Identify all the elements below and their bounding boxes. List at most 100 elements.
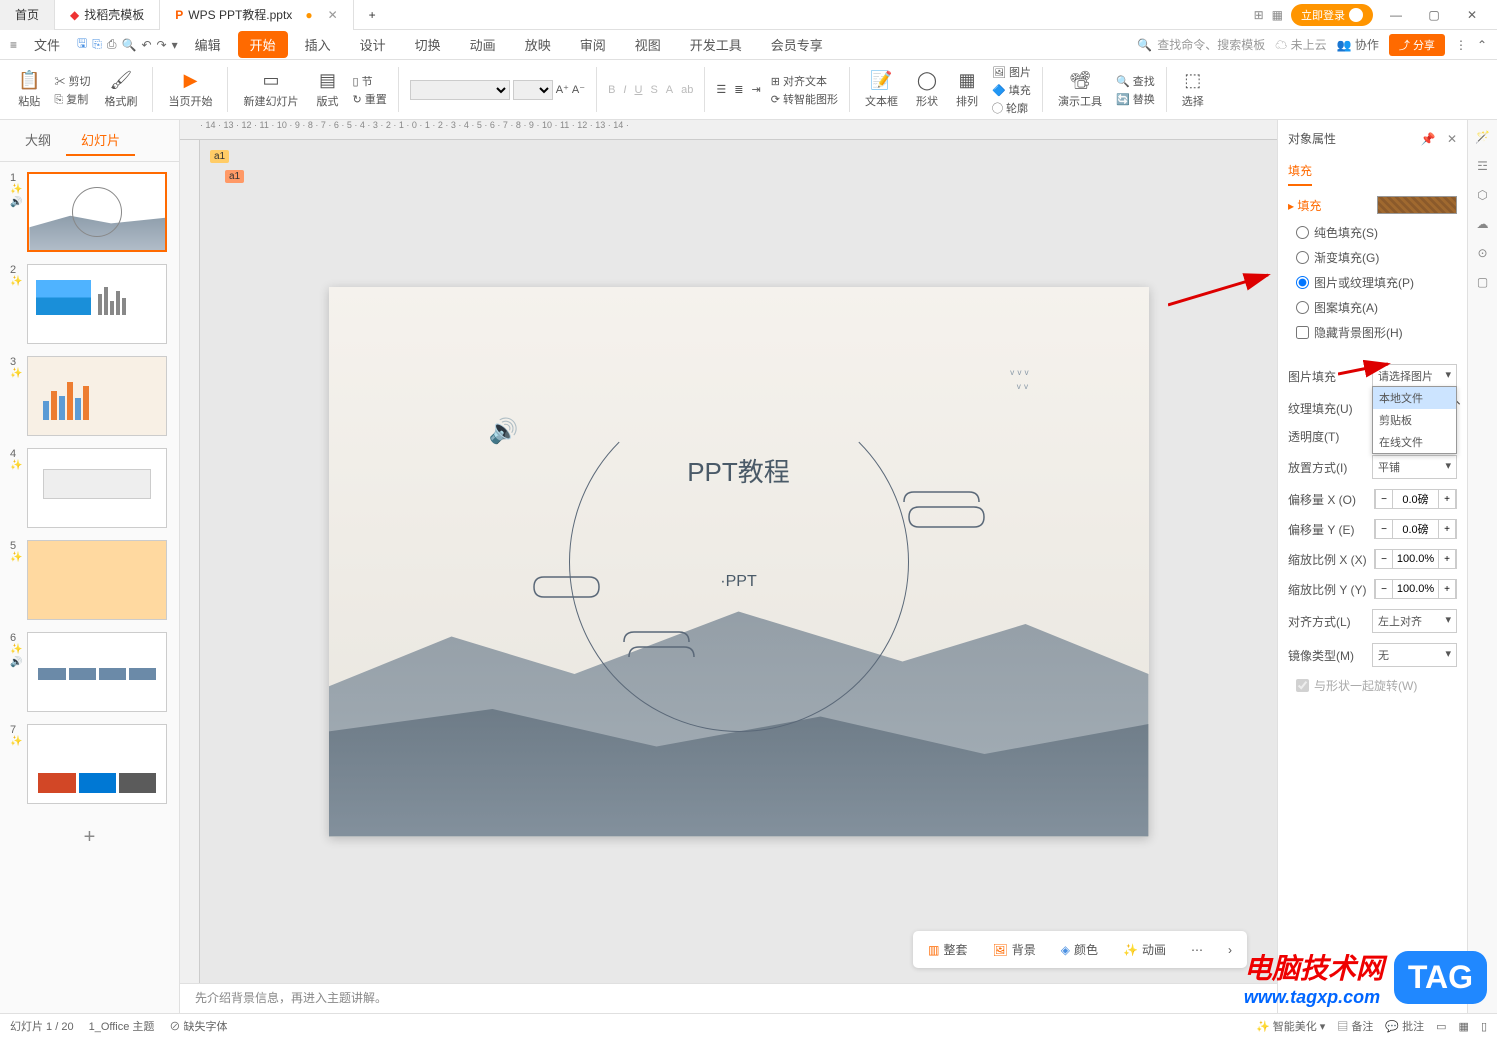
format-painter-button[interactable]: 🖌格式刷 bbox=[96, 66, 145, 113]
login-button[interactable]: 立即登录 bbox=[1291, 4, 1373, 26]
mirror-dropdown[interactable]: 无▾ bbox=[1372, 643, 1457, 667]
reset-button[interactable]: ↻ 重置 bbox=[352, 91, 386, 107]
paste-button[interactable]: 📋粘贴 bbox=[10, 66, 48, 113]
demo-tool-button[interactable]: 📽演示工具 bbox=[1050, 66, 1110, 113]
bold-icon[interactable]: B bbox=[608, 84, 615, 96]
layers-icon[interactable]: ☲ bbox=[1477, 159, 1488, 173]
color-button[interactable]: ◈颜色 bbox=[1051, 936, 1108, 963]
menu-member[interactable]: 会员专享 bbox=[759, 31, 835, 58]
next-button[interactable]: › bbox=[1218, 936, 1242, 963]
assets-icon[interactable]: ⬡ bbox=[1477, 188, 1487, 202]
apps-icon[interactable]: ▦ bbox=[1272, 8, 1283, 22]
slide-thumb-5[interactable] bbox=[27, 540, 167, 620]
font-size-select[interactable] bbox=[513, 80, 553, 100]
animation-button[interactable]: ✨动画 bbox=[1113, 936, 1176, 963]
picture-fill-radio[interactable]: 图片或纹理填充(P) bbox=[1288, 274, 1457, 291]
more-button[interactable]: ⋯ bbox=[1181, 936, 1213, 963]
hide-bg-check[interactable]: 隐藏背景图形(H) bbox=[1288, 324, 1457, 341]
menu-dev[interactable]: 开发工具 bbox=[678, 31, 754, 58]
shrink-font-icon[interactable]: A⁻ bbox=[572, 83, 585, 96]
menu-start[interactable]: 开始 bbox=[238, 31, 288, 58]
home-tab[interactable]: 首页 bbox=[0, 0, 55, 30]
notes-toggle[interactable]: ▤ 备注 bbox=[1337, 1018, 1373, 1034]
align-dropdown[interactable]: 左上对齐▾ bbox=[1372, 609, 1457, 633]
underline-icon[interactable]: U bbox=[634, 84, 642, 96]
layout-button[interactable]: ▤版式 bbox=[308, 66, 346, 113]
fill-tab[interactable]: 填充 bbox=[1288, 157, 1312, 186]
save-icon[interactable]: 🖫 bbox=[77, 34, 87, 55]
coop-button[interactable]: 👥 协作 bbox=[1337, 36, 1379, 53]
from-current-button[interactable]: ▶当页开始 bbox=[160, 66, 220, 113]
smart-beautify-button[interactable]: ✨ 智能美化 ▾ bbox=[1256, 1018, 1325, 1034]
menu-insert[interactable]: 插入 bbox=[293, 31, 343, 58]
clipboard-option[interactable]: 剪贴板 bbox=[1373, 409, 1456, 431]
suite-button[interactable]: ▥整套 bbox=[918, 936, 977, 963]
qat-dropdown[interactable]: ▾ bbox=[172, 38, 178, 52]
hamburger-icon[interactable]: ≡ bbox=[10, 38, 17, 52]
solid-fill-radio[interactable]: 纯色填充(S) bbox=[1288, 224, 1457, 241]
slide-thumb-4[interactable] bbox=[27, 448, 167, 528]
slide-thumb-2[interactable] bbox=[27, 264, 167, 344]
maximize-button[interactable]: ▢ bbox=[1419, 0, 1449, 30]
export-icon[interactable]: ⎘ bbox=[92, 37, 102, 52]
section-button[interactable]: ▯ 节 bbox=[352, 73, 386, 89]
font-missing-warn[interactable]: ⊘ 缺失字体 bbox=[169, 1018, 227, 1034]
ribbon-picture-button[interactable]: 🖼 图片 bbox=[992, 64, 1031, 80]
menu-edit[interactable]: 编辑 bbox=[183, 31, 233, 58]
print-icon[interactable]: ⎙ bbox=[107, 37, 117, 52]
offset-y-spinner[interactable]: −+ bbox=[1374, 519, 1457, 539]
replace-button[interactable]: 🔄 替换 bbox=[1116, 91, 1155, 107]
fill-section-header[interactable]: ▸ 填充 bbox=[1288, 196, 1457, 214]
scale-x-spinner[interactable]: −+ bbox=[1374, 549, 1457, 569]
menu-review[interactable]: 审阅 bbox=[568, 31, 618, 58]
file-tab[interactable]: P WPS PPT教程.pptx ● ✕ bbox=[160, 0, 353, 30]
copy-button[interactable]: ⎘ 复制 bbox=[54, 91, 90, 107]
tab-close-icon[interactable]: ✕ bbox=[328, 8, 338, 22]
new-slide-button[interactable]: ▭新建幻灯片 bbox=[235, 66, 306, 113]
shape-button[interactable]: ◯形状 bbox=[908, 66, 946, 113]
search-input[interactable]: 🔍 查找命令、搜索模板 bbox=[1137, 36, 1265, 53]
indent-icon[interactable]: ⇥ bbox=[751, 83, 760, 96]
scale-y-spinner[interactable]: −+ bbox=[1374, 579, 1457, 599]
share-button[interactable]: ⤴ 分享 bbox=[1389, 34, 1445, 56]
placement-dropdown[interactable]: 平铺▾ bbox=[1372, 455, 1457, 479]
slide-stage[interactable]: PPT教程 ·PPT 🔊 ᵛ ᵛ ᵛ ᵛ ᵛ bbox=[329, 287, 1149, 837]
bullets-icon[interactable]: ☰ bbox=[716, 83, 726, 96]
view-sorter-icon[interactable]: ▦ bbox=[1459, 1020, 1469, 1033]
outline-tab[interactable]: 大纲 bbox=[10, 125, 66, 156]
view-reading-icon[interactable]: ▯ bbox=[1481, 1020, 1487, 1033]
slide-thumb-1[interactable] bbox=[27, 172, 167, 252]
preview-icon[interactable]: 🔍 bbox=[121, 38, 136, 52]
select-button[interactable]: ⬚选择 bbox=[1174, 66, 1212, 113]
textbox-button[interactable]: 📝文本框 bbox=[857, 66, 906, 113]
undo-icon[interactable]: ↶ bbox=[141, 38, 151, 52]
dock-icon[interactable]: ▢ bbox=[1477, 275, 1488, 289]
menu-file[interactable]: 文件 bbox=[22, 31, 72, 58]
offset-x-spinner[interactable]: −+ bbox=[1374, 489, 1457, 509]
strike-icon[interactable]: S bbox=[650, 84, 657, 96]
menu-slideshow[interactable]: 放映 bbox=[513, 31, 563, 58]
gradient-fill-radio[interactable]: 渐变填充(G) bbox=[1288, 249, 1457, 266]
pattern-fill-radio[interactable]: 图案填充(A) bbox=[1288, 299, 1457, 316]
menu-animation[interactable]: 动画 bbox=[458, 31, 508, 58]
online-file-option[interactable]: 在线文件 bbox=[1373, 431, 1456, 453]
comments-toggle[interactable]: 💬 批注 bbox=[1385, 1018, 1424, 1034]
panel-close-icon[interactable]: ✕ bbox=[1447, 132, 1457, 146]
template-tab[interactable]: ◆ 找稻壳模板 bbox=[55, 0, 160, 30]
texture-swatch[interactable] bbox=[1377, 196, 1457, 214]
slide-thumb-7[interactable] bbox=[27, 724, 167, 804]
font-color-icon[interactable]: A bbox=[666, 84, 673, 96]
local-file-option[interactable]: 本地文件 bbox=[1373, 387, 1456, 409]
ribbon-outline-button[interactable]: ◯ 轮廓 bbox=[992, 100, 1031, 116]
redo-icon[interactable]: ↷ bbox=[157, 38, 167, 52]
cloud-panel-icon[interactable]: ☁ bbox=[1477, 217, 1489, 231]
comment-marker-2[interactable]: a1 bbox=[225, 170, 244, 183]
slides-tab[interactable]: 幻灯片 bbox=[66, 125, 135, 156]
ai-icon[interactable]: 🪄 bbox=[1475, 130, 1490, 144]
menu-transition[interactable]: 切换 bbox=[403, 31, 453, 58]
minimize-button[interactable]: — bbox=[1381, 0, 1411, 30]
numbering-icon[interactable]: ≣ bbox=[734, 83, 743, 96]
notes-area[interactable]: 先介绍背景信息，再进入主题讲解。 bbox=[180, 983, 1277, 1013]
speaker-icon[interactable]: 🔊 bbox=[489, 417, 519, 446]
comment-marker-1[interactable]: a1 bbox=[210, 150, 229, 163]
